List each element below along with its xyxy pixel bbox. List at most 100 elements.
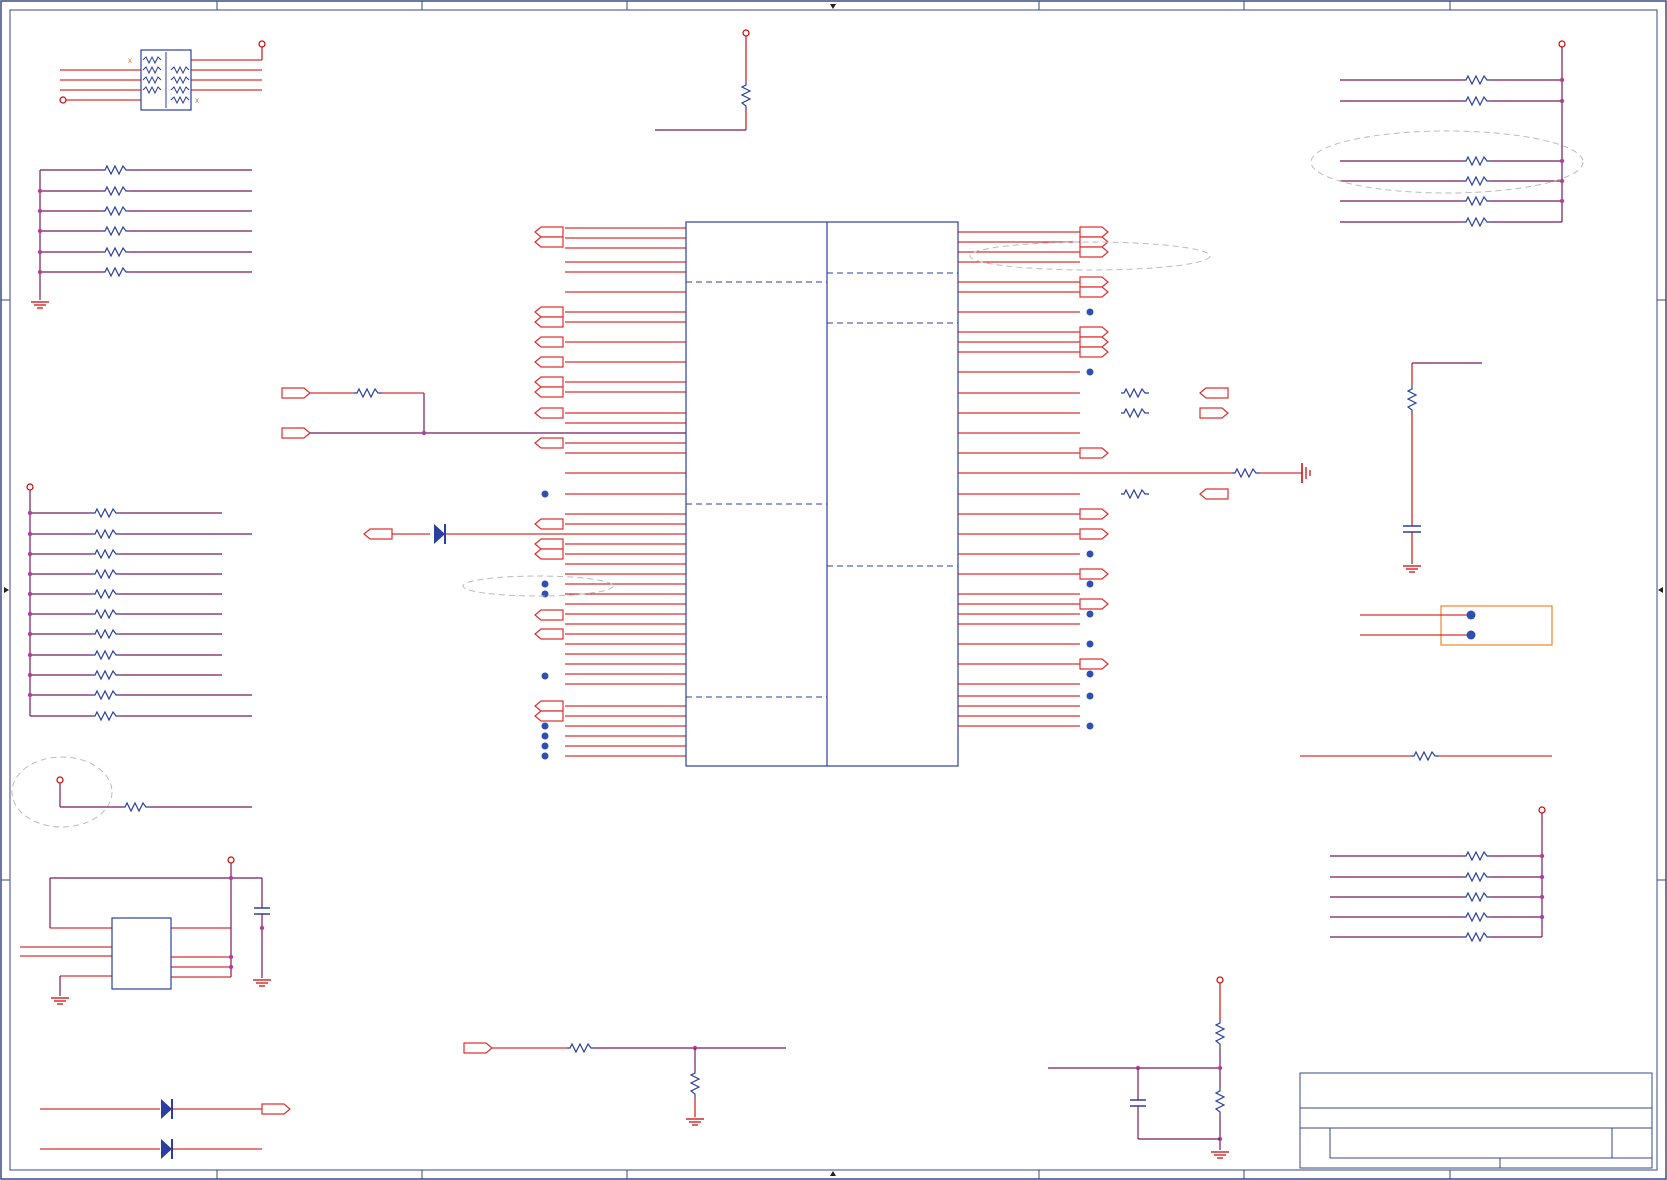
resistor-icon <box>91 589 121 599</box>
svg-text:x: x <box>128 56 132 65</box>
junction-dot-icon <box>1539 914 1545 920</box>
junction-dot-icon <box>27 571 33 577</box>
off-page-connector-icon <box>1079 226 1109 238</box>
junction-dot-icon <box>1086 550 1094 558</box>
off-page-connector-icon <box>534 336 564 348</box>
junction-dot-icon <box>27 631 33 637</box>
voltage-divider-bottom-right <box>1048 976 1230 1159</box>
junction-dot-icon <box>1086 308 1094 316</box>
resistor-icon <box>91 629 121 639</box>
off-page-connector-icon <box>1079 346 1109 358</box>
off-page-connector-icon <box>1079 568 1109 580</box>
off-page-connector-icon <box>1079 658 1109 670</box>
off-page-connector-icon <box>1199 407 1229 419</box>
off-page-connector-icon <box>1079 326 1109 338</box>
resistor-icon <box>1462 872 1492 882</box>
resistor-icon <box>1231 468 1261 478</box>
junction-dot-icon <box>541 732 549 740</box>
junction-dot-icon <box>541 580 549 588</box>
pulldown-resistor-bank <box>30 165 252 309</box>
junction-dot-icon <box>1539 853 1545 859</box>
eeprom-ic <box>20 856 272 1005</box>
pullup-single-left <box>11 756 252 828</box>
junction-dot-icon <box>27 672 33 678</box>
junction-dot-icon <box>1086 610 1094 618</box>
pullup-resistor-bank-bottom-right <box>1330 806 1546 942</box>
off-page-connector-icon <box>1079 286 1109 298</box>
off-page-connector-icon <box>1079 246 1109 258</box>
junction-dot-icon <box>1086 368 1094 376</box>
title-block <box>1299 1072 1653 1169</box>
junction-dot-icon <box>1086 692 1094 700</box>
input-ports-left <box>281 387 686 597</box>
junction-dot-icon <box>541 490 549 498</box>
svg-text:x: x <box>195 96 199 105</box>
off-page-connector-icon <box>534 628 564 640</box>
off-page-connector-icon <box>1079 598 1109 610</box>
resistor-icon <box>91 650 121 660</box>
off-page-connector-icon <box>534 518 564 530</box>
junction-dot-icon <box>27 652 33 658</box>
junction-dot-icon <box>541 672 549 680</box>
junction-dot-icon <box>1539 894 1545 900</box>
diodes-bottom-left <box>40 1099 291 1159</box>
junction-dot-icon <box>27 551 33 557</box>
junction-dot-icon <box>1539 874 1545 880</box>
off-page-connector-icon <box>534 306 564 318</box>
off-page-connector-icon <box>534 437 564 449</box>
voltage-divider-bottom <box>463 1042 786 1126</box>
series-resistor-right <box>1300 751 1552 761</box>
resistor-network: xx <box>59 40 266 111</box>
resistor-icon <box>91 690 121 700</box>
pullup-resistor-bank-top-right <box>1310 40 1584 227</box>
resistor-icon <box>1462 932 1492 942</box>
junction-dot-icon <box>1086 670 1094 678</box>
junction-dot-icon <box>27 611 33 617</box>
junction-dot-icon <box>541 752 549 760</box>
resistor-icon <box>1462 892 1492 902</box>
off-page-connector-icon <box>1079 508 1109 520</box>
resistor-icon <box>91 711 121 721</box>
off-page-connector-icon <box>1079 276 1109 288</box>
junction-dot-icon <box>1086 722 1094 730</box>
off-page-connector-icon <box>534 538 564 550</box>
off-page-connector-icon <box>534 356 564 368</box>
off-page-connector-icon <box>534 386 564 398</box>
off-page-connector-icon <box>534 700 564 712</box>
off-page-connector-icon <box>534 548 564 560</box>
rc-filter-right <box>1402 362 1482 573</box>
resistor-icon <box>91 529 121 539</box>
resistor-icon <box>91 670 121 680</box>
off-page-connector-icon <box>534 226 564 238</box>
schematic-canvas: xx <box>0 0 1667 1180</box>
off-page-connector-icon <box>1079 447 1109 459</box>
junction-dot-icon <box>27 591 33 597</box>
pullup-resistor-top <box>655 29 751 131</box>
junction-dot-icon <box>27 510 33 516</box>
off-page-connector-icon <box>1079 528 1109 540</box>
resistor-icon <box>91 508 121 518</box>
junction-dot-icon <box>27 692 33 698</box>
off-page-connector-icon <box>534 407 564 419</box>
resistor-icon <box>1120 489 1150 499</box>
pullup-resistor-bank-left <box>26 483 252 721</box>
resistor-icon <box>91 609 121 619</box>
off-page-connector-icon <box>1079 336 1109 348</box>
schematic-sheet: xx <box>0 0 1667 1180</box>
off-page-connector-icon <box>1199 387 1229 399</box>
junction-dot-icon <box>1086 640 1094 648</box>
resistor-icon <box>1462 912 1492 922</box>
junction-dot-icon <box>541 742 549 750</box>
junction-dot-icon <box>27 531 33 537</box>
off-page-connector-icon <box>1199 488 1229 500</box>
resistor-icon <box>1462 851 1492 861</box>
off-page-connector-icon <box>534 236 564 248</box>
junction-dot-icon <box>1086 580 1094 588</box>
main-ic <box>534 221 1311 767</box>
off-page-connector-icon <box>534 609 564 621</box>
off-page-connector-icon <box>534 316 564 328</box>
test-point-box <box>1360 605 1553 646</box>
off-page-connector-icon <box>534 376 564 388</box>
resistor-icon <box>1120 388 1150 398</box>
resistor-icon <box>91 569 121 579</box>
